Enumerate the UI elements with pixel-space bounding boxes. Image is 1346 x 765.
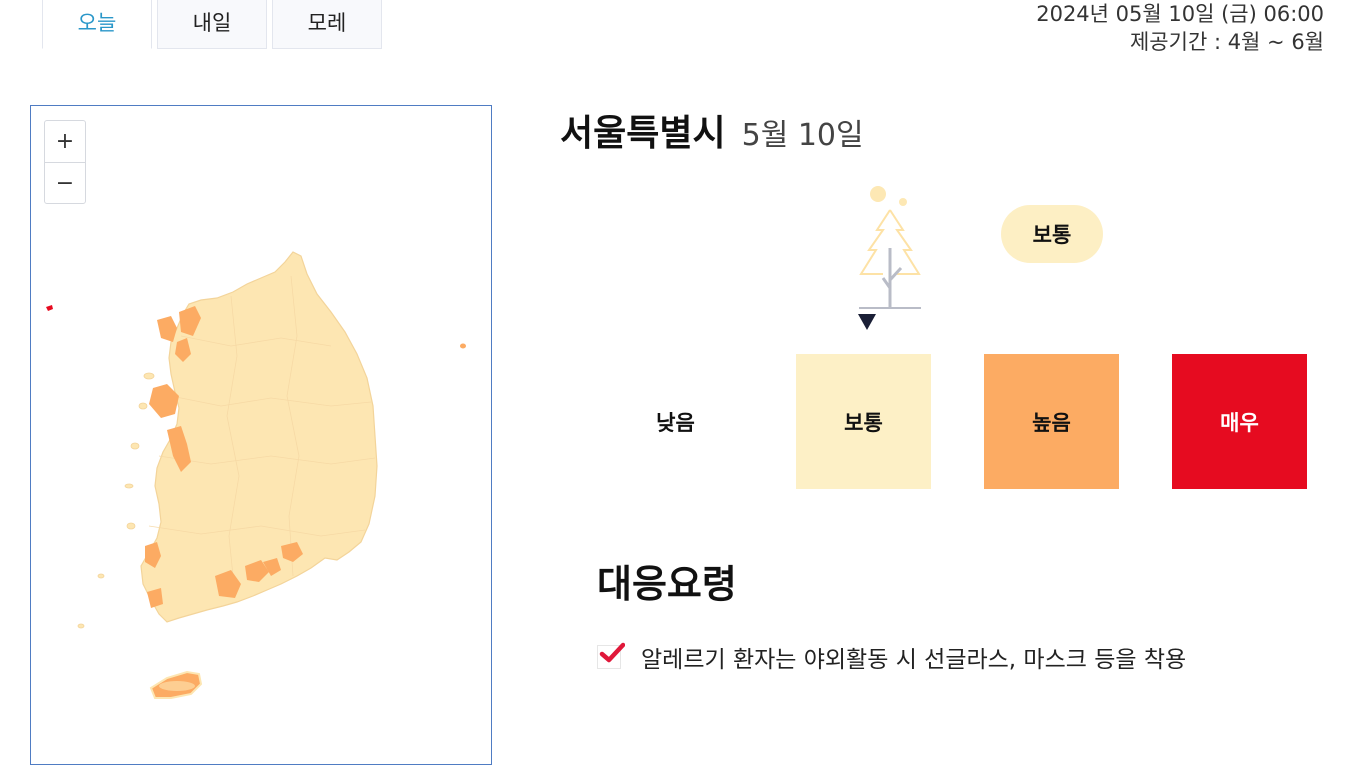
zoom-out-button[interactable]: − xyxy=(45,162,85,204)
korea-map[interactable] xyxy=(31,106,492,765)
current-level-badge: 보통 xyxy=(1001,205,1103,263)
zoom-controls: + − xyxy=(44,120,86,204)
korea-map-panel[interactable]: + − xyxy=(30,105,492,765)
level-normal: 보통 xyxy=(796,354,931,489)
region-name: 서울특별시 xyxy=(560,113,726,154)
forecast-info: 2024년 05월 10일 (금) 06:00 제공기간 : 4월 ~ 6월 xyxy=(1036,0,1324,56)
response-title: 대응요령 xyxy=(597,562,737,606)
forecast-timestamp: 2024년 05월 10일 (금) 06:00 xyxy=(1036,2,1324,26)
level-high: 높음 xyxy=(984,354,1119,489)
tab-day-after-tomorrow[interactable]: 모레 xyxy=(272,0,382,49)
tree-icon xyxy=(859,186,921,309)
level-pointer-icon xyxy=(858,314,876,330)
region-date: 5월 10일 xyxy=(741,118,864,153)
response-item: 알레르기 환자는 야외활동 시 선글라스, 마스크 등을 착용 xyxy=(597,640,1186,674)
level-legend: 낮음 보통 높음 매우 xyxy=(608,354,1307,489)
response-item-text: 알레르기 환자는 야외활동 시 선글라스, 마스크 등을 착용 xyxy=(641,647,1187,673)
tab-today[interactable]: 오늘 xyxy=(42,0,152,49)
tab-tomorrow[interactable]: 내일 xyxy=(157,0,267,49)
forecast-period: 제공기간 : 4월 ~ 6월 xyxy=(1129,30,1324,54)
level-low: 낮음 xyxy=(608,354,743,489)
ulleungdo-island[interactable] xyxy=(460,343,466,349)
zoom-in-button[interactable]: + xyxy=(45,121,85,162)
baengnyeong-island[interactable] xyxy=(46,305,53,311)
region-heading: 서울특별시 5월 10일 xyxy=(560,104,864,156)
check-icon xyxy=(597,642,625,669)
level-very-high: 매우 xyxy=(1172,354,1307,489)
day-tabs: 오늘 내일 모레 xyxy=(42,0,382,49)
